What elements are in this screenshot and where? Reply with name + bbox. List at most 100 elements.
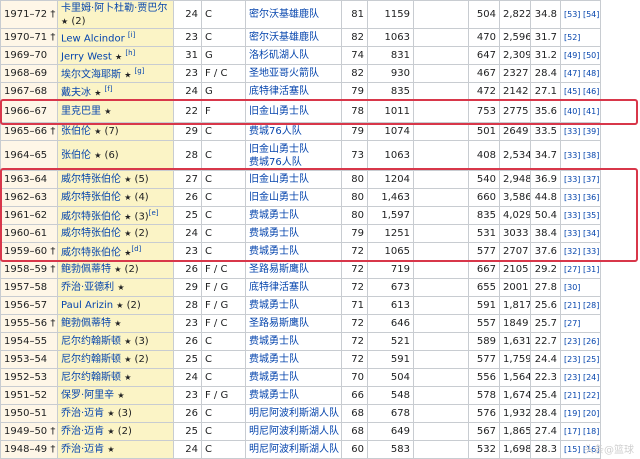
season-link[interactable]: 1971–72 — [4, 9, 47, 20]
player-link[interactable]: 威尔特张伯伦 — [61, 228, 121, 239]
player-link[interactable]: 鲍勃佩蒂特 — [61, 264, 111, 275]
season-link[interactable]: 1966–67 — [4, 106, 47, 117]
player-link[interactable]: 乔治·迈肯 — [61, 444, 104, 455]
season-link[interactable]: 1959–60 — [4, 246, 47, 257]
reference-links[interactable]: [33] [35] — [564, 211, 599, 220]
reference-links[interactable]: [33] [37] — [564, 175, 599, 184]
player-link[interactable]: 乔治·亚德利 — [61, 282, 114, 293]
reference-links[interactable]: [21] [28] — [564, 301, 599, 310]
season-link[interactable]: 1970–71 — [4, 32, 47, 43]
reference-links[interactable]: [33] [39] — [564, 127, 599, 136]
team-link[interactable]: 圣地亚哥火箭队 — [249, 68, 319, 79]
season-link[interactable]: 1962–63 — [4, 192, 47, 203]
reference-links[interactable]: [47] [48] — [564, 69, 599, 78]
reference-links[interactable]: [49] [50] — [564, 51, 599, 60]
player-link[interactable]: 里克巴里 — [61, 106, 101, 117]
team-link[interactable]: 明尼阿波利斯湖人队 — [249, 408, 339, 419]
player-link[interactable]: 乔治·迈肯 — [61, 408, 104, 419]
reference-links[interactable]: [40] [41] — [564, 107, 599, 116]
reference-links[interactable]: [21] [22] — [564, 391, 599, 400]
season-link[interactable]: 1957–58 — [4, 282, 47, 293]
reference-links[interactable]: [27] [31] — [564, 265, 599, 274]
player-link[interactable]: 卡里姆·阿卜杜勒·贾巴尔 — [61, 3, 167, 14]
team-link[interactable]: 底特律活塞队 — [249, 86, 309, 97]
team-link[interactable]: 洛杉矶湖人队 — [249, 50, 309, 61]
reference-links[interactable]: [23] [25] — [564, 355, 599, 364]
team-link[interactable]: 费城勇士队 — [249, 354, 299, 365]
reference-links[interactable]: [52] — [564, 33, 580, 42]
season-link[interactable]: 1969–70 — [4, 50, 47, 61]
season-link[interactable]: 1956–57 — [4, 300, 47, 311]
player-link[interactable]: 鲍勃佩蒂特 — [61, 318, 111, 329]
player-link[interactable]: 乔治·迈肯 — [61, 426, 104, 437]
reference-links[interactable]: [33] [34] — [564, 229, 599, 238]
team-link[interactable]: 费城76人队 — [249, 157, 302, 168]
reference-links[interactable]: [33] [38] — [564, 151, 599, 160]
reference-links[interactable]: [33] [36] — [564, 193, 599, 202]
team-link[interactable]: 旧金山勇士队 — [249, 144, 309, 155]
season-link[interactable]: 1951–52 — [4, 390, 47, 401]
season-link[interactable]: 1955–56 — [4, 318, 47, 329]
player-link[interactable]: 尼尔约翰斯顿 — [61, 354, 121, 365]
season-link[interactable]: 1961–62 — [4, 210, 47, 221]
player-link[interactable]: 威尔特张伯伦 — [61, 248, 121, 259]
footnote-link[interactable]: [e] — [149, 209, 159, 217]
player-link[interactable]: 戴夫冰 — [61, 88, 91, 99]
player-link[interactable]: 威尔特张伯伦 — [61, 174, 121, 185]
season-link[interactable]: 1954–55 — [4, 336, 47, 347]
player-link[interactable]: 埃尔文海耶斯 — [61, 70, 121, 81]
season-link[interactable]: 1967–68 — [4, 86, 47, 97]
player-link[interactable]: 威尔特张伯伦 — [61, 212, 121, 223]
team-link[interactable]: 旧金山勇士队 — [249, 106, 309, 117]
season-link[interactable]: 1965–66 — [4, 126, 47, 137]
player-link[interactable]: 保罗·阿里辛 — [61, 390, 114, 401]
team-link[interactable]: 费城勇士队 — [249, 390, 299, 401]
player-note[interactable]: [i] — [128, 31, 135, 39]
reference-links[interactable]: [45] [46] — [564, 87, 599, 96]
reference-links[interactable]: [19] [20] — [564, 409, 599, 418]
team-link[interactable]: 明尼阿波利斯湖人队 — [249, 426, 339, 437]
team-link[interactable]: 费城勇士队 — [249, 336, 299, 347]
player-note[interactable]: [f] — [105, 85, 113, 93]
team-link[interactable]: 圣路易斯鹰队 — [249, 264, 309, 275]
team-link[interactable]: 费城勇士队 — [249, 210, 299, 221]
team-link[interactable]: 费城勇士队 — [249, 300, 299, 311]
season-link[interactable]: 1953–54 — [4, 354, 47, 365]
player-note[interactable]: [h] — [125, 49, 135, 57]
season-link[interactable]: 1948–49 — [4, 444, 47, 455]
player-link[interactable]: 尼尔约翰斯顿 — [61, 336, 121, 347]
team-link[interactable]: 密尔沃基雄鹿队 — [249, 32, 319, 43]
season-link[interactable]: 1963–64 — [4, 174, 47, 185]
footnote-link[interactable]: [d] — [131, 245, 141, 253]
season-link[interactable]: 1958–59 — [4, 264, 47, 275]
reference-links[interactable]: [23] [24] — [564, 373, 599, 382]
team-link[interactable]: 旧金山勇士队 — [249, 192, 309, 203]
team-link[interactable]: 费城勇士队 — [249, 228, 299, 239]
player-note[interactable]: [g] — [135, 67, 145, 75]
team-link[interactable]: 费城勇士队 — [249, 372, 299, 383]
player-link[interactable]: Paul Arizin — [61, 300, 113, 311]
season-link[interactable]: 1960–61 — [4, 228, 47, 239]
team-link[interactable]: 费城76人队 — [249, 126, 302, 137]
season-link[interactable]: 1952–53 — [4, 372, 47, 383]
player-link[interactable]: 张伯伦 — [61, 150, 91, 161]
player-link[interactable]: 威尔特张伯伦 — [61, 192, 121, 203]
reference-links[interactable]: [17] [18] — [564, 427, 599, 436]
season-link[interactable]: 1949–50 — [4, 426, 47, 437]
reference-links[interactable]: [53] [54] — [564, 10, 599, 19]
player-link[interactable]: 尼尔约翰斯顿 — [61, 372, 121, 383]
reference-links[interactable]: [32] [33] — [564, 247, 599, 256]
reference-links[interactable]: [23] [26] — [564, 337, 599, 346]
team-link[interactable]: 明尼阿波利斯湖人队 — [249, 444, 339, 455]
team-link[interactable]: 费城勇士队 — [249, 246, 299, 257]
player-link[interactable]: Lew Alcindor — [61, 34, 125, 45]
season-link[interactable]: 1950–51 — [4, 408, 47, 419]
player-link[interactable]: Jerry West — [61, 52, 112, 63]
reference-links[interactable]: [30] — [564, 283, 580, 292]
team-link[interactable]: 旧金山勇士队 — [249, 174, 309, 185]
player-link[interactable]: 张伯伦 — [61, 126, 91, 137]
reference-links[interactable]: [27] — [564, 319, 580, 328]
team-link[interactable]: 底特律活塞队 — [249, 282, 309, 293]
season-link[interactable]: 1968–69 — [4, 68, 47, 79]
season-link[interactable]: 1964–65 — [4, 150, 47, 161]
